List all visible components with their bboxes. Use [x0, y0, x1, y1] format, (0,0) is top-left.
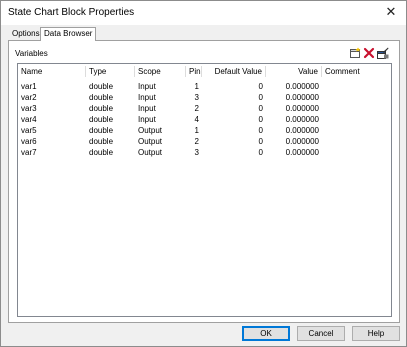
cell-name: var3 — [21, 104, 37, 113]
cell-pin: 1 — [194, 126, 199, 135]
cell-type: double — [89, 104, 114, 113]
cell-type: double — [89, 93, 114, 102]
cell-type: double — [89, 148, 114, 157]
column-header-name[interactable]: Name — [18, 66, 86, 77]
cell-scope: Output — [138, 148, 163, 157]
tab-options[interactable]: Options — [9, 28, 43, 40]
edit-properties-icon[interactable] — [377, 47, 389, 59]
cell-default-value: 0 — [258, 93, 263, 102]
ok-button[interactable]: OK — [242, 326, 290, 341]
cell-value: 0.000000 — [285, 93, 319, 102]
cell-name: var6 — [21, 137, 37, 146]
cell-pin: 4 — [194, 115, 199, 124]
table-row[interactable]: var7 double Output 3 0 0.000000 — [18, 147, 391, 158]
cell-comment — [322, 92, 382, 103]
cell-comment — [322, 136, 382, 147]
cancel-button[interactable]: Cancel — [297, 326, 345, 341]
cell-name: var2 — [21, 93, 37, 102]
cell-pin: 2 — [194, 104, 199, 113]
cell-default-value: 0 — [258, 148, 263, 157]
window-title: State Chart Block Properties — [8, 7, 135, 18]
column-header-scope[interactable]: Scope — [135, 66, 186, 77]
table-row[interactable]: var6 double Output 2 0 0.000000 — [18, 136, 391, 147]
cell-value: 0.000000 — [285, 126, 319, 135]
column-header-type[interactable]: Type — [86, 66, 135, 77]
cell-pin: 1 — [194, 82, 199, 91]
help-button[interactable]: Help — [352, 326, 400, 341]
cell-value: 0.000000 — [285, 104, 319, 113]
cell-type: double — [89, 126, 114, 135]
cell-default-value: 0 — [258, 82, 263, 91]
new-variable-icon[interactable] — [349, 47, 361, 59]
cell-scope: Input — [138, 115, 156, 124]
cell-name: var7 — [21, 148, 37, 157]
cell-scope: Input — [138, 93, 156, 102]
variables-label: Variables — [15, 49, 48, 58]
column-header-pin[interactable]: Pin — [186, 66, 202, 77]
properties-dialog: State Chart Block Properties ✕ Options D… — [0, 0, 407, 347]
tab-data-browser[interactable]: Data Browser — [40, 27, 97, 41]
cell-scope: Input — [138, 82, 156, 91]
cell-type: double — [89, 115, 114, 124]
column-header-comment[interactable]: Comment — [322, 66, 382, 77]
cell-scope: Input — [138, 104, 156, 113]
cell-comment — [322, 103, 382, 114]
cell-pin: 2 — [194, 137, 199, 146]
table-row[interactable]: var3 double Input 2 0 0.000000 — [18, 103, 391, 114]
cell-comment — [322, 147, 382, 158]
variables-list[interactable]: Name Type Scope Pin Default Value Value … — [17, 63, 392, 317]
delete-variable-icon[interactable] — [363, 47, 375, 59]
column-header-default-value[interactable]: Default Value — [202, 66, 266, 77]
cell-default-value: 0 — [258, 126, 263, 135]
table-row[interactable]: var2 double Input 3 0 0.000000 — [18, 92, 391, 103]
list-header: Name Type Scope Pin Default Value Value … — [18, 64, 391, 78]
close-icon[interactable]: ✕ — [384, 5, 398, 19]
cell-comment — [322, 114, 382, 125]
cell-pin: 3 — [194, 148, 199, 157]
title-bar: State Chart Block Properties ✕ — [1, 1, 406, 25]
cell-value: 0.000000 — [285, 137, 319, 146]
cell-type: double — [89, 137, 114, 146]
cell-value: 0.000000 — [285, 82, 319, 91]
cell-default-value: 0 — [258, 115, 263, 124]
cell-name: var1 — [21, 82, 37, 91]
cell-scope: Output — [138, 137, 163, 146]
cell-default-value: 0 — [258, 137, 263, 146]
table-row[interactable]: var1 double Input 1 0 0.000000 — [18, 81, 391, 92]
cell-type: double — [89, 82, 114, 91]
table-row[interactable]: var4 double Input 4 0 0.000000 — [18, 114, 391, 125]
cell-name: var4 — [21, 115, 37, 124]
data-browser-panel: Variables Name Type Scope Pin Default Va… — [8, 40, 400, 323]
cell-default-value: 0 — [258, 104, 263, 113]
table-row[interactable]: var5 double Output 1 0 0.000000 — [18, 125, 391, 136]
cell-name: var5 — [21, 126, 37, 135]
cell-pin: 3 — [194, 93, 199, 102]
cell-comment — [322, 81, 382, 92]
column-header-value[interactable]: Value — [266, 66, 322, 77]
cell-value: 0.000000 — [285, 115, 319, 124]
cell-comment — [322, 125, 382, 136]
cell-value: 0.000000 — [285, 148, 319, 157]
cell-scope: Output — [138, 126, 163, 135]
